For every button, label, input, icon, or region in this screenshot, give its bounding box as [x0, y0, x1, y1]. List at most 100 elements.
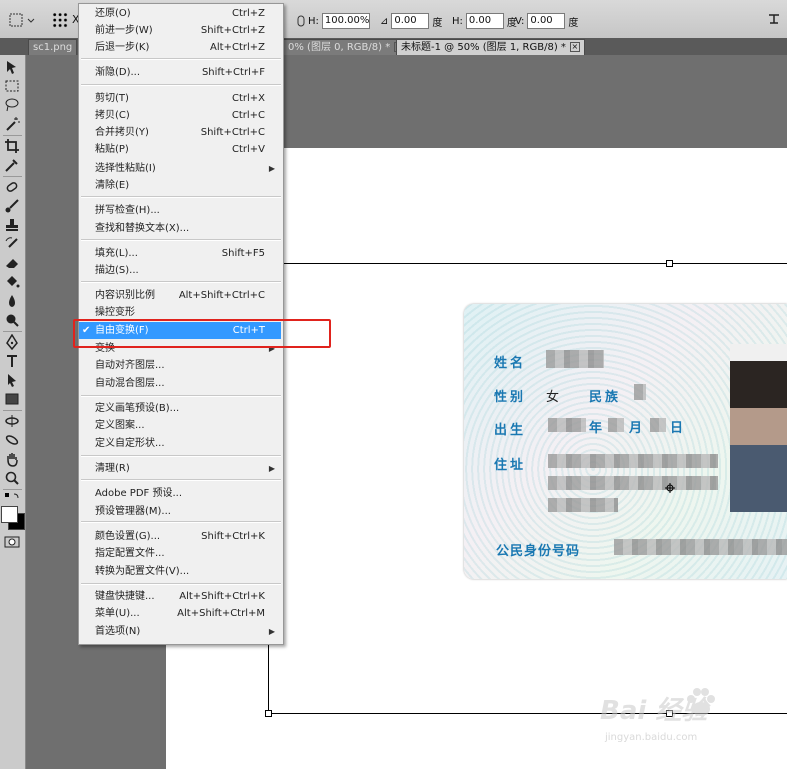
- transform-center-point-icon[interactable]: [665, 483, 675, 493]
- type-tool-icon[interactable]: [4, 353, 20, 369]
- clone-stamp-tool-icon[interactable]: [4, 217, 20, 233]
- pen-tool-icon[interactable]: [4, 334, 20, 350]
- vskew-unit: 度: [568, 17, 579, 29]
- menu-separator: [81, 58, 281, 60]
- menu-item[interactable]: 定义图案...: [79, 417, 281, 434]
- rectangle-tool-icon[interactable]: [4, 391, 20, 407]
- lasso-tool-icon[interactable]: [4, 97, 20, 113]
- foreground-color-swatch[interactable]: [1, 506, 18, 523]
- path-selection-tool-icon[interactable]: [4, 372, 20, 388]
- menu-item[interactable]: 首选项(N) ▶: [79, 623, 281, 640]
- marquee-tool-icon[interactable]: [4, 78, 20, 94]
- menu-item[interactable]: 描边(S)...: [79, 262, 281, 279]
- menu-item[interactable]: 自动混合图层...: [79, 375, 281, 392]
- name-redacted: [546, 350, 604, 368]
- menu-item[interactable]: 菜单(U)... Alt+Shift+Ctrl+M: [79, 605, 281, 622]
- id-photo: [730, 344, 787, 512]
- menu-item-shortcut: Ctrl+V: [231, 144, 265, 155]
- transform-handle-top[interactable]: [666, 260, 673, 267]
- menu-item-label: 指定配置文件...: [95, 548, 165, 559]
- vskew-input[interactable]: 0.00: [527, 13, 566, 29]
- menu-item-label: 合并拷贝(Y): [95, 127, 149, 138]
- menu-item-label: 定义画笔预设(B)...: [95, 403, 180, 414]
- menu-item-label: 键盘快捷键...: [95, 591, 155, 602]
- menu-item[interactable]: 颜色设置(G)... Shift+Ctrl+K: [79, 528, 281, 545]
- ethnic-redacted: [634, 384, 646, 400]
- blur-tool-icon[interactable]: [4, 293, 20, 309]
- tab-layer0[interactable]: 0% (图层 0, RGB/8) *×: [283, 39, 410, 55]
- id-number-label: 公民身份号码: [496, 544, 581, 559]
- menu-item[interactable]: 查找和替换文本(X)...: [79, 220, 281, 237]
- menu-item[interactable]: 内容识别比例 Alt+Shift+Ctrl+C: [79, 287, 281, 304]
- menu-separator: [81, 521, 281, 523]
- healing-brush-tool-icon[interactable]: [4, 179, 20, 195]
- brush-tool-icon[interactable]: [4, 198, 20, 214]
- menu-separator: [81, 196, 281, 198]
- menu-item[interactable]: 清除(E): [79, 177, 281, 194]
- menu-item-label: 剪切(T): [95, 93, 129, 104]
- menu-item[interactable]: 预设管理器(M)...: [79, 503, 281, 520]
- link-icon[interactable]: [297, 15, 305, 27]
- paint-bucket-tool-icon[interactable]: [4, 274, 20, 290]
- ethnic-label: 民族: [589, 390, 622, 405]
- warp-mode-icon[interactable]: [767, 12, 781, 26]
- 3d-orbit-tool-icon[interactable]: [4, 432, 20, 448]
- zoom-tool-icon[interactable]: [4, 470, 20, 486]
- menu-item[interactable]: 定义画笔预设(B)...: [79, 400, 281, 417]
- address-redacted-2: [548, 476, 718, 490]
- menu-item-label: 首选项(N): [95, 626, 141, 637]
- eyedropper-tool-icon[interactable]: [4, 157, 20, 173]
- menu-separator: [81, 395, 281, 397]
- menu-item-label: 清除(E): [95, 180, 130, 191]
- menu-item[interactable]: 还原(O) Ctrl+Z: [79, 5, 281, 22]
- menu-item[interactable]: 自动对齐图层...: [79, 357, 281, 374]
- menu-item-shortcut: Shift+F5: [221, 248, 265, 259]
- transform-bounding-box-top[interactable]: [268, 263, 787, 264]
- menu-item[interactable]: Adobe PDF 预设...: [79, 485, 281, 502]
- menu-item-label: 自动混合图层...: [95, 378, 165, 389]
- close-icon[interactable]: ×: [569, 42, 580, 52]
- menu-item-label: 查找和替换文本(X)...: [95, 223, 190, 234]
- move-tool-preset-icon[interactable]: [8, 11, 36, 29]
- menu-item[interactable]: 定义自定形状...: [79, 435, 281, 452]
- menu-item[interactable]: 键盘快捷键... Alt+Shift+Ctrl+K: [79, 588, 281, 605]
- menu-item[interactable]: 选择性粘贴(I) ▶: [79, 160, 281, 177]
- angle-input[interactable]: 0.00: [391, 13, 430, 29]
- day-label: 日: [670, 421, 687, 436]
- menu-item-label: 内容识别比例: [95, 290, 155, 301]
- menu-item[interactable]: 渐隐(D)... Shift+Ctrl+F: [79, 64, 281, 81]
- 3d-rotate-tool-icon[interactable]: [4, 413, 20, 429]
- menu-item-shortcut: Alt+Shift+Ctrl+C: [178, 290, 265, 301]
- tab-sc1[interactable]: sc1.png: [28, 39, 78, 55]
- reference-point-grid-icon[interactable]: [52, 12, 68, 28]
- crop-tool-icon[interactable]: [4, 138, 20, 154]
- menu-item-shortcut: Ctrl+X: [231, 93, 265, 104]
- menu-item[interactable]: 拼写检查(H)...: [79, 202, 281, 219]
- menu-item[interactable]: 前进一步(W) Shift+Ctrl+Z: [79, 22, 281, 39]
- transform-handle-bottom-left[interactable]: [265, 710, 272, 717]
- hand-tool-icon[interactable]: [4, 451, 20, 467]
- menu-item-label: 转换为配置文件(V)...: [95, 566, 190, 577]
- menu-item[interactable]: 合并拷贝(Y) Shift+Ctrl+C: [79, 124, 281, 141]
- name-label: 姓名: [494, 356, 527, 371]
- magic-wand-tool-icon[interactable]: [4, 116, 20, 132]
- history-brush-tool-icon[interactable]: [4, 236, 20, 252]
- menu-item[interactable]: 转换为配置文件(V)...: [79, 563, 281, 580]
- menu-item[interactable]: 指定配置文件...: [79, 545, 281, 562]
- move-tool-icon[interactable]: [4, 59, 20, 75]
- menu-item[interactable]: 拷贝(C) Ctrl+C: [79, 107, 281, 124]
- eraser-tool-icon[interactable]: [4, 255, 20, 271]
- menu-item-label: 渐隐(D)...: [95, 67, 141, 78]
- menu-item[interactable]: 清理(R) ▶: [79, 460, 281, 477]
- tab-untitled-1[interactable]: 未标题-1 @ 50% (图层 1, RGB/8) * ×: [396, 39, 585, 55]
- menu-separator: [81, 281, 281, 283]
- hskew-input[interactable]: 0.00: [465, 13, 504, 29]
- menu-item[interactable]: 后退一步(K) Alt+Ctrl+Z: [79, 39, 281, 56]
- menu-item[interactable]: 粘贴(P) Ctrl+V: [79, 141, 281, 158]
- h-input[interactable]: 100.00%: [321, 13, 370, 29]
- menu-item[interactable]: 剪切(T) Ctrl+X: [79, 90, 281, 107]
- quick-mask-icon[interactable]: [4, 534, 20, 550]
- dodge-tool-icon[interactable]: [4, 312, 20, 328]
- menu-item[interactable]: 填充(L)... Shift+F5: [79, 245, 281, 262]
- menu-item-shortcut: Alt+Shift+Ctrl+M: [177, 608, 265, 619]
